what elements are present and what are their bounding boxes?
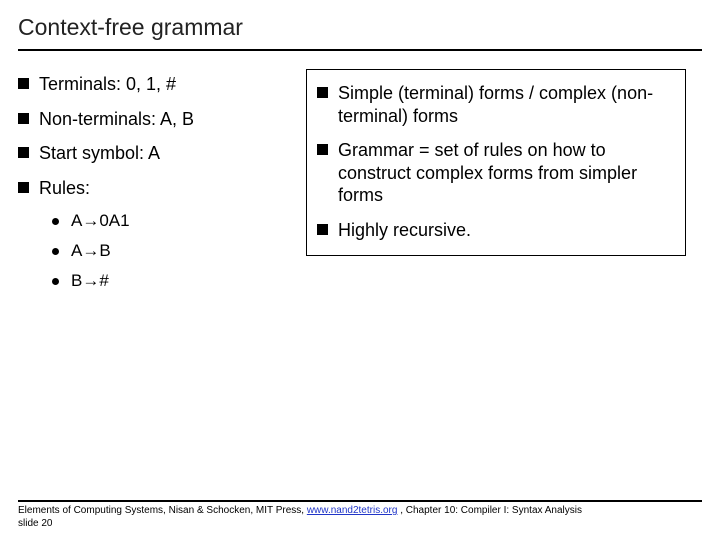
rule-1: A→0A1 bbox=[52, 211, 298, 231]
square-bullet-icon bbox=[317, 144, 328, 155]
square-bullet-icon bbox=[18, 113, 29, 124]
square-bullet-icon bbox=[18, 147, 29, 158]
bullet-recursive: Highly recursive. bbox=[317, 219, 675, 242]
slide-number: slide 20 bbox=[18, 518, 52, 529]
rule-1-text: A→0A1 bbox=[71, 211, 130, 231]
bullet-nonterminals: Non-terminals: A, B bbox=[18, 108, 298, 131]
bullet-simple-complex: Simple (terminal) forms / complex (non-t… bbox=[317, 82, 675, 127]
footer: Elements of Computing Systems, Nisan & S… bbox=[18, 500, 702, 530]
summary-box: Simple (terminal) forms / complex (non-t… bbox=[306, 69, 686, 256]
rule-2-text: A→B bbox=[71, 241, 111, 261]
terminals-text: Terminals: 0, 1, # bbox=[39, 73, 176, 96]
bullet-grammar-def: Grammar = set of rules on how to constru… bbox=[317, 139, 675, 207]
dot-bullet-icon bbox=[52, 278, 59, 285]
square-bullet-icon bbox=[18, 78, 29, 89]
footer-prefix: Elements of Computing Systems, Nisan & S… bbox=[18, 505, 307, 516]
footer-link[interactable]: www.nand2tetris.org bbox=[307, 505, 398, 516]
bullet-start-symbol: Start symbol: A bbox=[18, 142, 298, 165]
bullet-terminals: Terminals: 0, 1, # bbox=[18, 73, 298, 96]
square-bullet-icon bbox=[317, 224, 328, 235]
rule-2: A→B bbox=[52, 241, 298, 261]
rules-label: Rules: bbox=[39, 177, 90, 200]
right-column: Simple (terminal) forms / complex (non-t… bbox=[306, 69, 686, 301]
rule-3-text: B→# bbox=[71, 271, 109, 291]
title-divider bbox=[18, 49, 702, 51]
slide: Context-free grammar Terminals: 0, 1, # … bbox=[0, 0, 720, 540]
dot-bullet-icon bbox=[52, 218, 59, 225]
rules-list: A→0A1 A→B B→# bbox=[52, 211, 298, 291]
square-bullet-icon bbox=[18, 182, 29, 193]
recursive-text: Highly recursive. bbox=[338, 219, 471, 242]
rule-3: B→# bbox=[52, 271, 298, 291]
simple-complex-text: Simple (terminal) forms / complex (non-t… bbox=[338, 82, 675, 127]
content-columns: Terminals: 0, 1, # Non-terminals: A, B S… bbox=[18, 69, 702, 301]
bullet-rules: Rules: bbox=[18, 177, 298, 200]
grammar-def-text: Grammar = set of rules on how to constru… bbox=[338, 139, 675, 207]
square-bullet-icon bbox=[317, 87, 328, 98]
page-title: Context-free grammar bbox=[18, 14, 702, 47]
nonterminals-text: Non-terminals: A, B bbox=[39, 108, 194, 131]
start-symbol-text: Start symbol: A bbox=[39, 142, 160, 165]
left-column: Terminals: 0, 1, # Non-terminals: A, B S… bbox=[18, 69, 298, 301]
dot-bullet-icon bbox=[52, 248, 59, 255]
footer-suffix: , Chapter 10: Compiler I: Syntax Analysi… bbox=[397, 505, 582, 516]
